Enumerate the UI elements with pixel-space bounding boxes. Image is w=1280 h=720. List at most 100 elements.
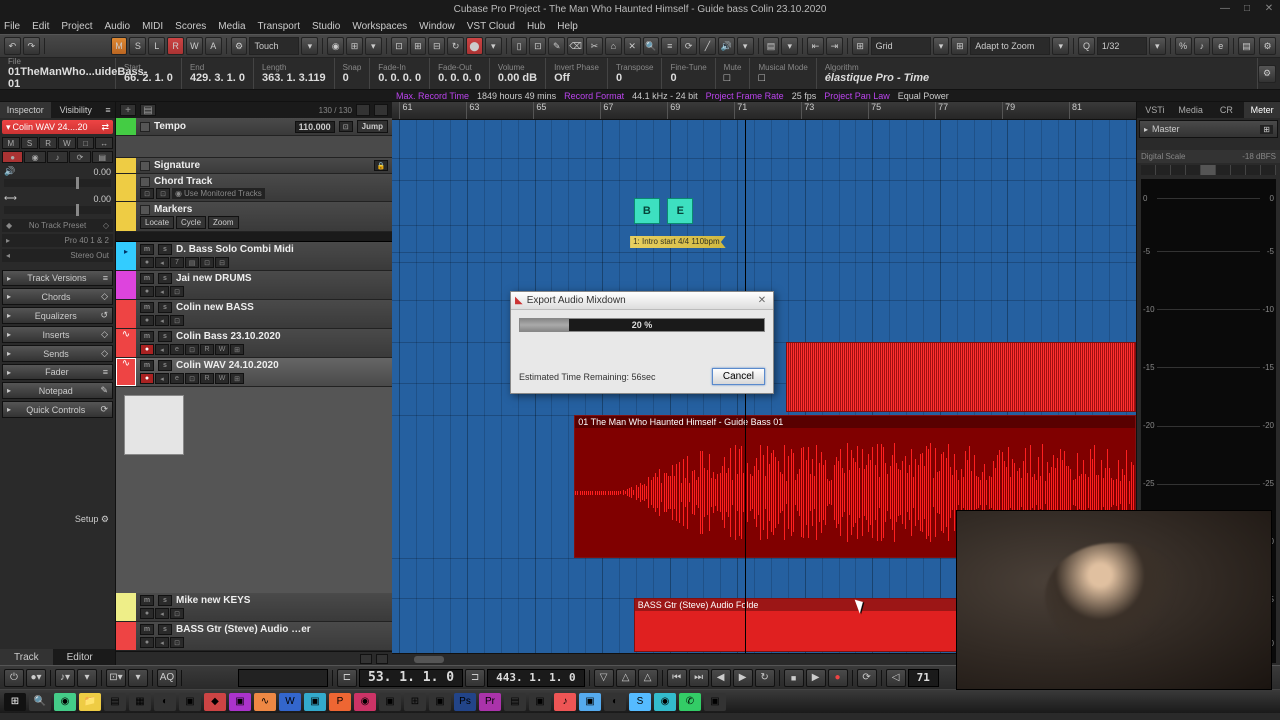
tp-forward-button[interactable]: ▶: [733, 669, 753, 687]
track-keys[interactable]: msMike new KEYS ●◂⊡: [116, 593, 392, 622]
itunes-icon[interactable]: ♪: [554, 693, 576, 711]
gear-icon[interactable]: ⚙: [1259, 37, 1276, 55]
listen-button[interactable]: L: [148, 37, 165, 55]
app-icon[interactable]: ▤: [504, 693, 526, 711]
drop-zone[interactable]: [124, 395, 184, 455]
inspector-setup-button[interactable]: Setup ⚙: [0, 510, 115, 529]
insp-freeze-button[interactable]: □: [77, 137, 95, 149]
timeline-ruler[interactable]: 61 63 65 67 69 71 73 75 77 79 81: [392, 102, 1136, 120]
tp-punchmode2[interactable]: △: [616, 669, 636, 687]
section-fader[interactable]: ▸Fader≡: [2, 364, 113, 380]
tp-locright-button[interactable]: ⊐: [465, 669, 485, 687]
premiere-icon[interactable]: Pr: [479, 693, 501, 711]
t-rec[interactable]: ●: [140, 608, 154, 619]
add-track-button[interactable]: +: [120, 104, 136, 116]
comp-tool[interactable]: ≡: [661, 37, 678, 55]
record-enable-button[interactable]: R: [167, 37, 184, 55]
redo-button[interactable]: ↷: [23, 37, 40, 55]
start-button[interactable]: ⊞: [4, 693, 26, 711]
tab-vsti[interactable]: VSTi: [1137, 102, 1173, 118]
tp-punchmode3[interactable]: △: [638, 669, 658, 687]
track-midi-bass[interactable]: ▸ m s D. Bass Solo Combi Midi ●◂ 7▤ ⊡⊟: [116, 242, 392, 271]
automation-button[interactable]: A: [205, 37, 222, 55]
tp-go-end-button[interactable]: ⏭: [689, 669, 709, 687]
app-icon[interactable]: ▣: [704, 693, 726, 711]
track-drums[interactable]: msJai new DRUMS ●◂⊡: [116, 271, 392, 300]
t-b[interactable]: ▤: [185, 257, 199, 268]
chord-monitor-select[interactable]: ◉ Use Monitored Tracks: [172, 188, 265, 199]
tp-punchmode1[interactable]: ▽: [594, 669, 614, 687]
t-rec[interactable]: ●: [140, 344, 154, 355]
t-a[interactable]: 7: [170, 257, 184, 268]
menu-file[interactable]: File: [4, 21, 20, 32]
tracklist-filter-icon[interactable]: [356, 104, 370, 116]
tp-go-start-button[interactable]: ⏮: [667, 669, 687, 687]
snap-type-combo[interactable]: Grid: [871, 37, 931, 55]
chord-event-e[interactable]: E: [667, 198, 693, 224]
t-a[interactable]: ⊡: [170, 637, 184, 648]
app-icon[interactable]: ▣: [229, 693, 251, 711]
snap-menu[interactable]: ▾: [933, 37, 950, 55]
tool-c-button[interactable]: ▾: [365, 37, 382, 55]
tp-metronome-button[interactable]: ♪▾: [55, 669, 75, 687]
nudge-right[interactable]: ⇥: [826, 37, 843, 55]
menu-transport[interactable]: Transport: [258, 21, 300, 32]
solo-btn[interactable]: s: [158, 331, 172, 342]
master-selector[interactable]: ▸ Master ⊞: [1139, 120, 1278, 138]
menu-window[interactable]: Window: [419, 21, 455, 32]
t-c[interactable]: R: [200, 344, 214, 355]
t-mon[interactable]: ◂: [155, 344, 169, 355]
app-icon[interactable]: ∿: [254, 693, 276, 711]
t-rec[interactable]: ●: [140, 257, 154, 268]
track-tempo[interactable]: Tempo 110.000 ⊡ Jump: [116, 118, 392, 136]
glue-tool[interactable]: ⌂: [605, 37, 622, 55]
master-config-icon[interactable]: ⊞: [1260, 125, 1273, 134]
color-menu[interactable]: ▾: [781, 37, 798, 55]
scale-value[interactable]: -18 dBFS: [1242, 152, 1276, 161]
quantize-combo[interactable]: 1/32: [1097, 37, 1147, 55]
t-mon[interactable]: ◂: [155, 373, 169, 384]
tab-pin-icon[interactable]: ≡: [101, 102, 115, 118]
marker-cycle-button[interactable]: Cycle: [176, 216, 206, 229]
track-markers[interactable]: Markers Locate Cycle Zoom: [116, 202, 392, 232]
mute-btn[interactable]: m: [140, 360, 154, 371]
track-bass-23-10[interactable]: ∿ msColin Bass 23.10.2020 ●◂e⊡RW⊞: [116, 329, 392, 358]
t-rec[interactable]: ●: [140, 286, 154, 297]
track-signature[interactable]: Signature 🔒: [116, 158, 392, 174]
draw-tool[interactable]: ✎: [548, 37, 565, 55]
info-gear-icon[interactable]: ⚙: [1258, 65, 1276, 83]
mute-btn[interactable]: m: [140, 595, 154, 606]
tp-a[interactable]: ▾: [77, 669, 97, 687]
info-fadeout-value[interactable]: 0. 0. 0. 0: [438, 72, 481, 84]
tempo-jump-button[interactable]: Jump: [357, 120, 388, 133]
tool-b-button[interactable]: ⊞: [346, 37, 363, 55]
tempo-mode-icon[interactable]: ⊡: [339, 121, 353, 132]
tempo-value[interactable]: 110.000: [295, 121, 335, 133]
insp-write-button[interactable]: W: [58, 137, 76, 149]
vol-slider[interactable]: [4, 179, 111, 187]
quantize-icon[interactable]: Q: [1078, 37, 1095, 55]
preset-selector[interactable]: ◆No Track Preset◇: [2, 219, 113, 232]
info-algo-value[interactable]: élastique Pro - Time: [825, 72, 1249, 84]
inspector-track-name[interactable]: ▾Colin WAV 24....20⇄: [2, 120, 113, 134]
select-tool[interactable]: ▯: [511, 37, 528, 55]
app-icon[interactable]: ▣: [429, 693, 451, 711]
skype-icon[interactable]: S: [629, 693, 651, 711]
sig-lock-icon[interactable]: 🔒: [374, 160, 388, 171]
mute-btn[interactable]: m: [140, 244, 154, 255]
tp-locleft-button[interactable]: ⊏: [337, 669, 357, 687]
photoshop-icon[interactable]: Ps: [454, 693, 476, 711]
info-end-value[interactable]: 429. 3. 1. 0: [190, 72, 245, 84]
menu-media[interactable]: Media: [218, 21, 245, 32]
section-inserts[interactable]: ▸Inserts◇: [2, 326, 113, 343]
menu-edit[interactable]: Edit: [32, 21, 49, 32]
word-icon[interactable]: W: [279, 693, 301, 711]
marker-event[interactable]: 1: Intro start 4/4 110bpm: [630, 236, 726, 248]
chrome-icon[interactable]: ◉: [54, 693, 76, 711]
t-rec[interactable]: ●: [140, 637, 154, 648]
t-a[interactable]: ⊡: [170, 286, 184, 297]
t-d[interactable]: W: [215, 373, 229, 384]
marker-locate-button[interactable]: Locate: [140, 216, 174, 229]
punch-button[interactable]: ⬤: [466, 37, 483, 55]
explorer-icon[interactable]: 📁: [79, 693, 101, 711]
